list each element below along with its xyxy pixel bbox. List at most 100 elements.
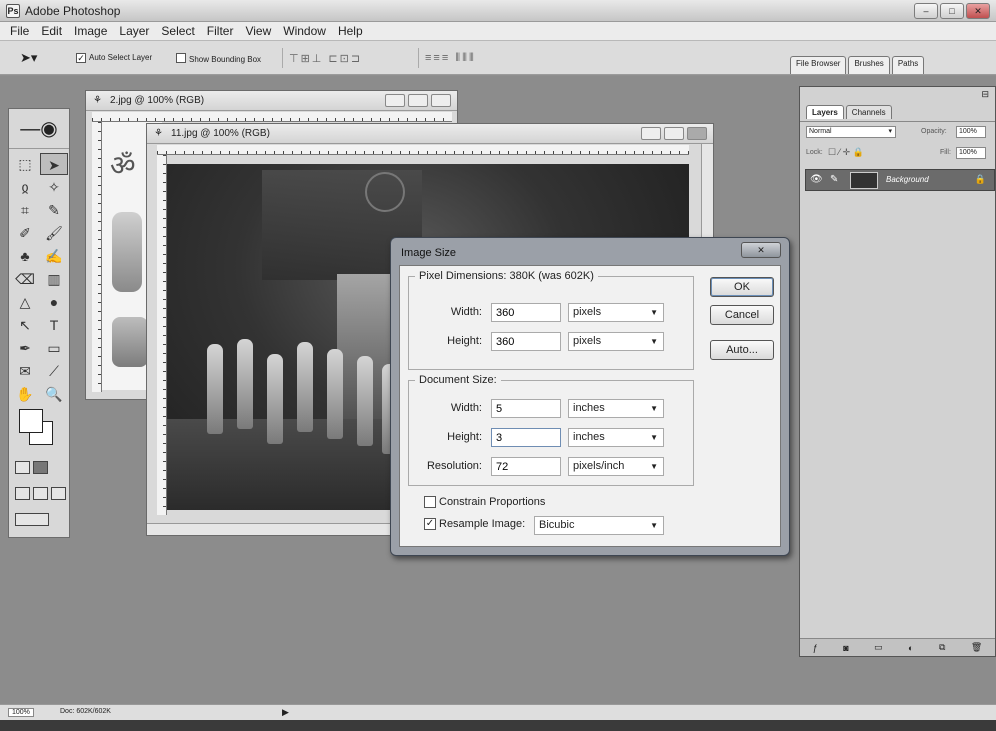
- gradient-tool-icon[interactable]: ▥: [40, 268, 68, 290]
- new-set-icon[interactable]: ▭: [874, 642, 883, 653]
- menu-layer[interactable]: Layer: [113, 24, 155, 38]
- eye-icon[interactable]: 👁: [810, 174, 823, 185]
- healing-brush-tool-icon[interactable]: ✐: [11, 222, 39, 244]
- chevron-down-icon: ▼: [650, 462, 658, 471]
- move-tool-icon[interactable]: ➤: [40, 153, 68, 175]
- lock-icons[interactable]: ☐ ⁄ ✛ 🔒: [828, 147, 864, 158]
- doc-width-input[interactable]: [491, 399, 561, 418]
- dodge-tool-icon[interactable]: ●: [40, 291, 68, 313]
- doc-minimize-button[interactable]: [641, 127, 661, 140]
- adjustment-layer-icon[interactable]: ◐: [908, 643, 913, 653]
- auto-select-layer-checkbox[interactable]: ✓: [76, 53, 86, 63]
- pixel-dimensions-legend: Pixel Dimensions: 380K (was 602K): [419, 270, 594, 282]
- brushes-tab[interactable]: Brushes: [848, 56, 890, 74]
- constrain-proportions-checkbox[interactable]: [424, 496, 436, 508]
- menu-edit[interactable]: Edit: [35, 24, 68, 38]
- paths-tab[interactable]: Paths: [891, 56, 925, 74]
- pixel-width-unit-select[interactable]: pixels ▼: [568, 303, 664, 322]
- resample-image-option[interactable]: ✓ Resample Image:: [424, 518, 525, 530]
- menu-select[interactable]: Select: [155, 24, 200, 38]
- auto-button[interactable]: Auto...: [710, 340, 774, 360]
- cancel-button[interactable]: Cancel: [710, 305, 774, 325]
- doc-maximize-button[interactable]: [408, 94, 428, 107]
- eraser-tool-icon[interactable]: ⌫: [11, 268, 39, 290]
- clone-stamp-tool-icon[interactable]: ♣: [11, 245, 39, 267]
- align-buttons-group[interactable]: ⊤⊞⊥ ⊏⊡⊐: [282, 48, 362, 68]
- standard-mode-icon[interactable]: [15, 461, 30, 474]
- palette-menu-icon[interactable]: ⊟: [981, 89, 989, 100]
- ok-button[interactable]: OK: [710, 277, 774, 297]
- fill-input[interactable]: 100%: [956, 147, 986, 159]
- document-title-bar[interactable]: ⚘ 11.jpg @ 100% (RGB): [147, 124, 713, 144]
- layers-tab[interactable]: Layers: [806, 105, 844, 119]
- history-brush-tool-icon[interactable]: ✍: [40, 245, 68, 267]
- menu-image[interactable]: Image: [68, 24, 113, 38]
- add-mask-icon[interactable]: ◙: [843, 643, 848, 653]
- doc-minimize-button[interactable]: [385, 94, 405, 107]
- layer-style-icon[interactable]: ƒ: [813, 643, 818, 653]
- menu-window[interactable]: Window: [277, 24, 332, 38]
- resolution-unit-select[interactable]: pixels/inch ▼: [568, 457, 664, 476]
- new-layer-icon[interactable]: ⧉: [939, 642, 945, 653]
- doc-close-button[interactable]: [431, 94, 451, 107]
- magic-wand-tool-icon[interactable]: ✧: [40, 176, 68, 198]
- channels-tab[interactable]: Channels: [845, 105, 892, 119]
- doc-close-button[interactable]: [687, 127, 707, 140]
- maximize-button[interactable]: □: [940, 3, 964, 19]
- menu-file[interactable]: File: [4, 24, 35, 38]
- pixel-width-input[interactable]: [491, 303, 561, 322]
- show-bounding-box-checkbox[interactable]: [176, 53, 186, 63]
- blur-tool-icon[interactable]: △: [11, 291, 39, 313]
- resample-image-checkbox[interactable]: ✓: [424, 518, 436, 530]
- layer-row-background[interactable]: 👁 ✎ Background 🔒: [805, 169, 995, 191]
- pixel-height-unit-select[interactable]: pixels ▼: [568, 332, 664, 351]
- brush-tool-icon[interactable]: 🖌: [40, 222, 68, 244]
- hand-tool-icon[interactable]: ✋: [11, 383, 39, 405]
- brush-link-icon[interactable]: ✎: [830, 174, 838, 185]
- show-bounding-box-option[interactable]: Show Bounding Box: [176, 53, 261, 64]
- menu-view[interactable]: View: [239, 24, 277, 38]
- eyedropper-tool-icon[interactable]: ⟋: [40, 360, 68, 382]
- path-selection-tool-icon[interactable]: ↖: [11, 314, 39, 336]
- zoom-tool-icon[interactable]: 🔍: [40, 383, 68, 405]
- minimize-button[interactable]: –: [914, 3, 938, 19]
- move-tool-preset-icon[interactable]: ➤▾: [20, 50, 37, 66]
- trash-icon[interactable]: 🗑: [971, 642, 982, 653]
- status-menu-arrow-icon[interactable]: ▶: [282, 707, 289, 718]
- resample-method-select[interactable]: Bicubic ▼: [534, 516, 664, 535]
- full-screen-mode-icon[interactable]: [51, 487, 66, 500]
- dialog-close-button[interactable]: ✕: [741, 242, 781, 258]
- opacity-input[interactable]: 100%: [956, 126, 986, 138]
- doc-height-input[interactable]: [491, 428, 561, 447]
- file-browser-tab[interactable]: File Browser: [790, 56, 847, 74]
- menu-help[interactable]: Help: [332, 24, 369, 38]
- imageready-icon[interactable]: [15, 513, 49, 526]
- type-tool-icon[interactable]: T: [40, 314, 68, 336]
- slice-tool-icon[interactable]: ✎: [40, 199, 68, 221]
- blend-mode-select[interactable]: Normal ▾: [806, 126, 896, 138]
- close-button[interactable]: ✕: [966, 3, 990, 19]
- resolution-input[interactable]: [491, 457, 561, 476]
- marquee-tool-icon[interactable]: ⬚: [11, 153, 39, 175]
- doc-width-unit-select[interactable]: inches ▼: [568, 399, 664, 418]
- full-screen-menu-mode-icon[interactable]: [33, 487, 48, 500]
- document-title-bar[interactable]: ⚘ 2.jpg @ 100% (RGB): [86, 91, 457, 111]
- foreground-color-swatch[interactable]: [19, 409, 43, 433]
- performer-figure: [357, 356, 373, 446]
- menu-filter[interactable]: Filter: [201, 24, 240, 38]
- shape-tool-icon[interactable]: ▭: [40, 337, 68, 359]
- doc-maximize-button[interactable]: [664, 127, 684, 140]
- toolbox-header-logo[interactable]: —◉: [9, 109, 69, 149]
- pen-tool-icon[interactable]: ✒: [11, 337, 39, 359]
- crop-tool-icon[interactable]: ⌗: [11, 199, 39, 221]
- lasso-tool-icon[interactable]: ჲ: [11, 176, 39, 198]
- constrain-proportions-option[interactable]: Constrain Proportions: [424, 496, 545, 508]
- quick-mask-mode-icon[interactable]: [33, 461, 48, 474]
- zoom-level-field[interactable]: 100%: [8, 708, 34, 717]
- notes-tool-icon[interactable]: ✉: [11, 360, 39, 382]
- pixel-height-input[interactable]: [491, 332, 561, 351]
- distribute-buttons-group[interactable]: ≡≡≡ ⦀⦀⦀: [418, 48, 476, 68]
- auto-select-layer-option[interactable]: ✓ Auto Select Layer: [76, 53, 152, 63]
- doc-height-unit-select[interactable]: inches ▼: [568, 428, 664, 447]
- standard-screen-mode-icon[interactable]: [15, 487, 30, 500]
